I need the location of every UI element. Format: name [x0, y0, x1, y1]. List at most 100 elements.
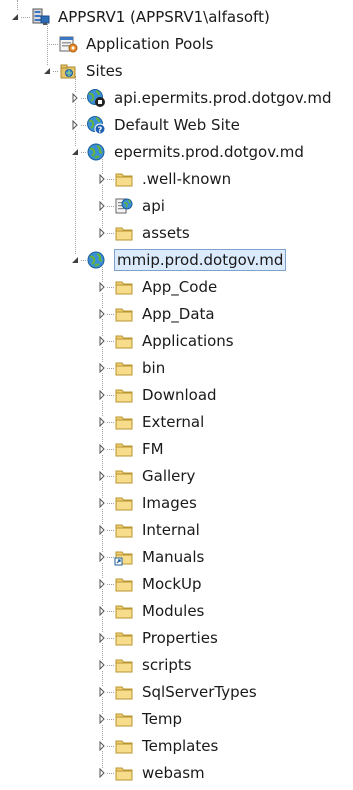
collapse-arrow-icon[interactable]: [70, 147, 80, 157]
folder-icon: [114, 682, 134, 702]
expand-arrow-icon[interactable]: [97, 282, 107, 292]
server-icon: [30, 7, 50, 27]
tree-node-label: epermits.prod.dotgov.md: [114, 143, 304, 161]
folder-icon: [114, 385, 134, 405]
tree-node-server[interactable]: APPSRV1 (APPSRV1\alfasoft): [0, 5, 353, 29]
tree-node-label: api.epermits.prod.dotgov.md: [114, 89, 332, 107]
tree-node-directory[interactable]: Internal: [0, 518, 353, 542]
collapse-arrow-icon[interactable]: [42, 66, 52, 76]
folder-icon: [114, 223, 134, 243]
tree-node-site[interactable]: mmip.prod.dotgov.md: [0, 248, 353, 272]
expand-arrow-icon[interactable]: [97, 444, 107, 454]
folder-icon: [114, 493, 134, 513]
tree-node-label: .well-known: [142, 170, 232, 188]
tree-node-directory[interactable]: bin: [0, 356, 353, 380]
folder-icon: [114, 655, 134, 675]
tree-node-label: bin: [142, 359, 166, 377]
tree-node-directory[interactable]: Properties: [0, 626, 353, 650]
tree-node-label: Manuals: [142, 548, 205, 566]
expand-arrow-icon[interactable]: [97, 687, 107, 697]
sites-folder-icon: [58, 61, 78, 81]
expand-arrow-icon[interactable]: [97, 390, 107, 400]
tree-node-label: External: [142, 413, 205, 431]
tree-node-label: Internal: [142, 521, 200, 539]
tree-node-label: mmip.prod.dotgov.md: [114, 249, 287, 271]
tree-node-directory[interactable]: FM: [0, 437, 353, 461]
collapse-arrow-icon[interactable]: [10, 12, 20, 22]
expand-arrow-icon[interactable]: [97, 201, 107, 211]
expand-arrow-icon[interactable]: [97, 633, 107, 643]
tree-node-directory[interactable]: MockUp: [0, 572, 353, 596]
tree-node-label: App_Code: [142, 278, 218, 296]
folder-icon: [114, 331, 134, 351]
tree-node-site[interactable]: epermits.prod.dotgov.md: [0, 140, 353, 164]
tree-node-directory[interactable]: App_Code: [0, 275, 353, 299]
tree-node-directory[interactable]: Download: [0, 383, 353, 407]
expand-arrow-icon[interactable]: [70, 93, 80, 103]
expand-arrow-icon[interactable]: [97, 498, 107, 508]
tree-node-label: webasm: [142, 764, 205, 782]
svg-text:?: ?: [98, 126, 103, 135]
tree-node-label: Temp: [142, 710, 182, 728]
folder-icon: [114, 169, 134, 189]
tree-node-directory[interactable]: Modules: [0, 599, 353, 623]
expand-arrow-icon[interactable]: [97, 174, 107, 184]
tree-line: [47, 44, 58, 45]
tree-node-directory[interactable]: Temp: [0, 707, 353, 731]
expand-arrow-icon[interactable]: [97, 741, 107, 751]
tree-node-directory[interactable]: .well-known: [0, 167, 353, 191]
expand-arrow-icon[interactable]: [70, 120, 80, 130]
expand-arrow-icon[interactable]: [97, 336, 107, 346]
expand-arrow-icon[interactable]: [97, 552, 107, 562]
tree-node-label: Images: [142, 494, 197, 512]
tree-node-directory[interactable]: Images: [0, 491, 353, 515]
tree-node-directory[interactable]: Manuals: [0, 545, 353, 569]
expand-arrow-icon[interactable]: [97, 768, 107, 778]
tree-node-label: Sites: [86, 62, 123, 80]
tree-node-directory[interactable]: webasm: [0, 761, 353, 785]
expand-arrow-icon[interactable]: [97, 471, 107, 481]
tree-node-directory[interactable]: Templates: [0, 734, 353, 758]
tree-node-directory[interactable]: SqlServerTypes: [0, 680, 353, 704]
virtual-directory-icon: [114, 547, 134, 567]
stopped-site-globe-icon: [86, 88, 106, 108]
unknown-site-globe-icon: ?: [86, 115, 106, 135]
expand-arrow-icon[interactable]: [97, 606, 107, 616]
tree-node-site[interactable]: api.epermits.prod.dotgov.md: [0, 86, 353, 110]
folder-icon: [114, 439, 134, 459]
tree-node-label: Applications: [142, 332, 234, 350]
tree-node-directory[interactable]: Gallery: [0, 464, 353, 488]
tree-node-application-pools[interactable]: Application Pools: [0, 32, 353, 56]
tree-node-directory[interactable]: scripts: [0, 653, 353, 677]
expand-arrow-icon[interactable]: [97, 660, 107, 670]
tree-node-directory[interactable]: api: [0, 194, 353, 218]
expand-arrow-icon[interactable]: [97, 579, 107, 589]
expand-arrow-icon[interactable]: [97, 309, 107, 319]
folder-icon: [114, 574, 134, 594]
folder-icon: [114, 277, 134, 297]
site-globe-icon: [86, 142, 106, 162]
tree-node-label: Modules: [142, 602, 205, 620]
folder-icon: [114, 466, 134, 486]
expand-arrow-icon[interactable]: [97, 525, 107, 535]
tree-node-label: Properties: [142, 629, 218, 647]
tree-node-label: Gallery: [142, 467, 196, 485]
expand-arrow-icon[interactable]: [97, 417, 107, 427]
tree-node-site[interactable]: ? Default Web Site: [0, 113, 353, 137]
tree-node-directory[interactable]: App_Data: [0, 302, 353, 326]
tree-node-label: scripts: [142, 656, 192, 674]
tree-node-directory[interactable]: assets: [0, 221, 353, 245]
tree-node-directory[interactable]: Applications: [0, 329, 353, 353]
collapse-arrow-icon[interactable]: [70, 255, 80, 265]
expand-arrow-icon[interactable]: [97, 714, 107, 724]
tree-node-label: Application Pools: [86, 35, 214, 53]
folder-icon: [114, 358, 134, 378]
expand-arrow-icon[interactable]: [97, 228, 107, 238]
tree-node-label: APPSRV1 (APPSRV1\alfasoft): [58, 8, 270, 26]
tree-node-label: Download: [142, 386, 217, 404]
expand-arrow-icon[interactable]: [97, 363, 107, 373]
tree-node-sites[interactable]: Sites: [0, 59, 353, 83]
connections-tree: APPSRV1 (APPSRV1\alfasoft) Application Po…: [0, 0, 353, 790]
tree-node-directory[interactable]: External: [0, 410, 353, 434]
tree-node-label: assets: [142, 224, 190, 242]
